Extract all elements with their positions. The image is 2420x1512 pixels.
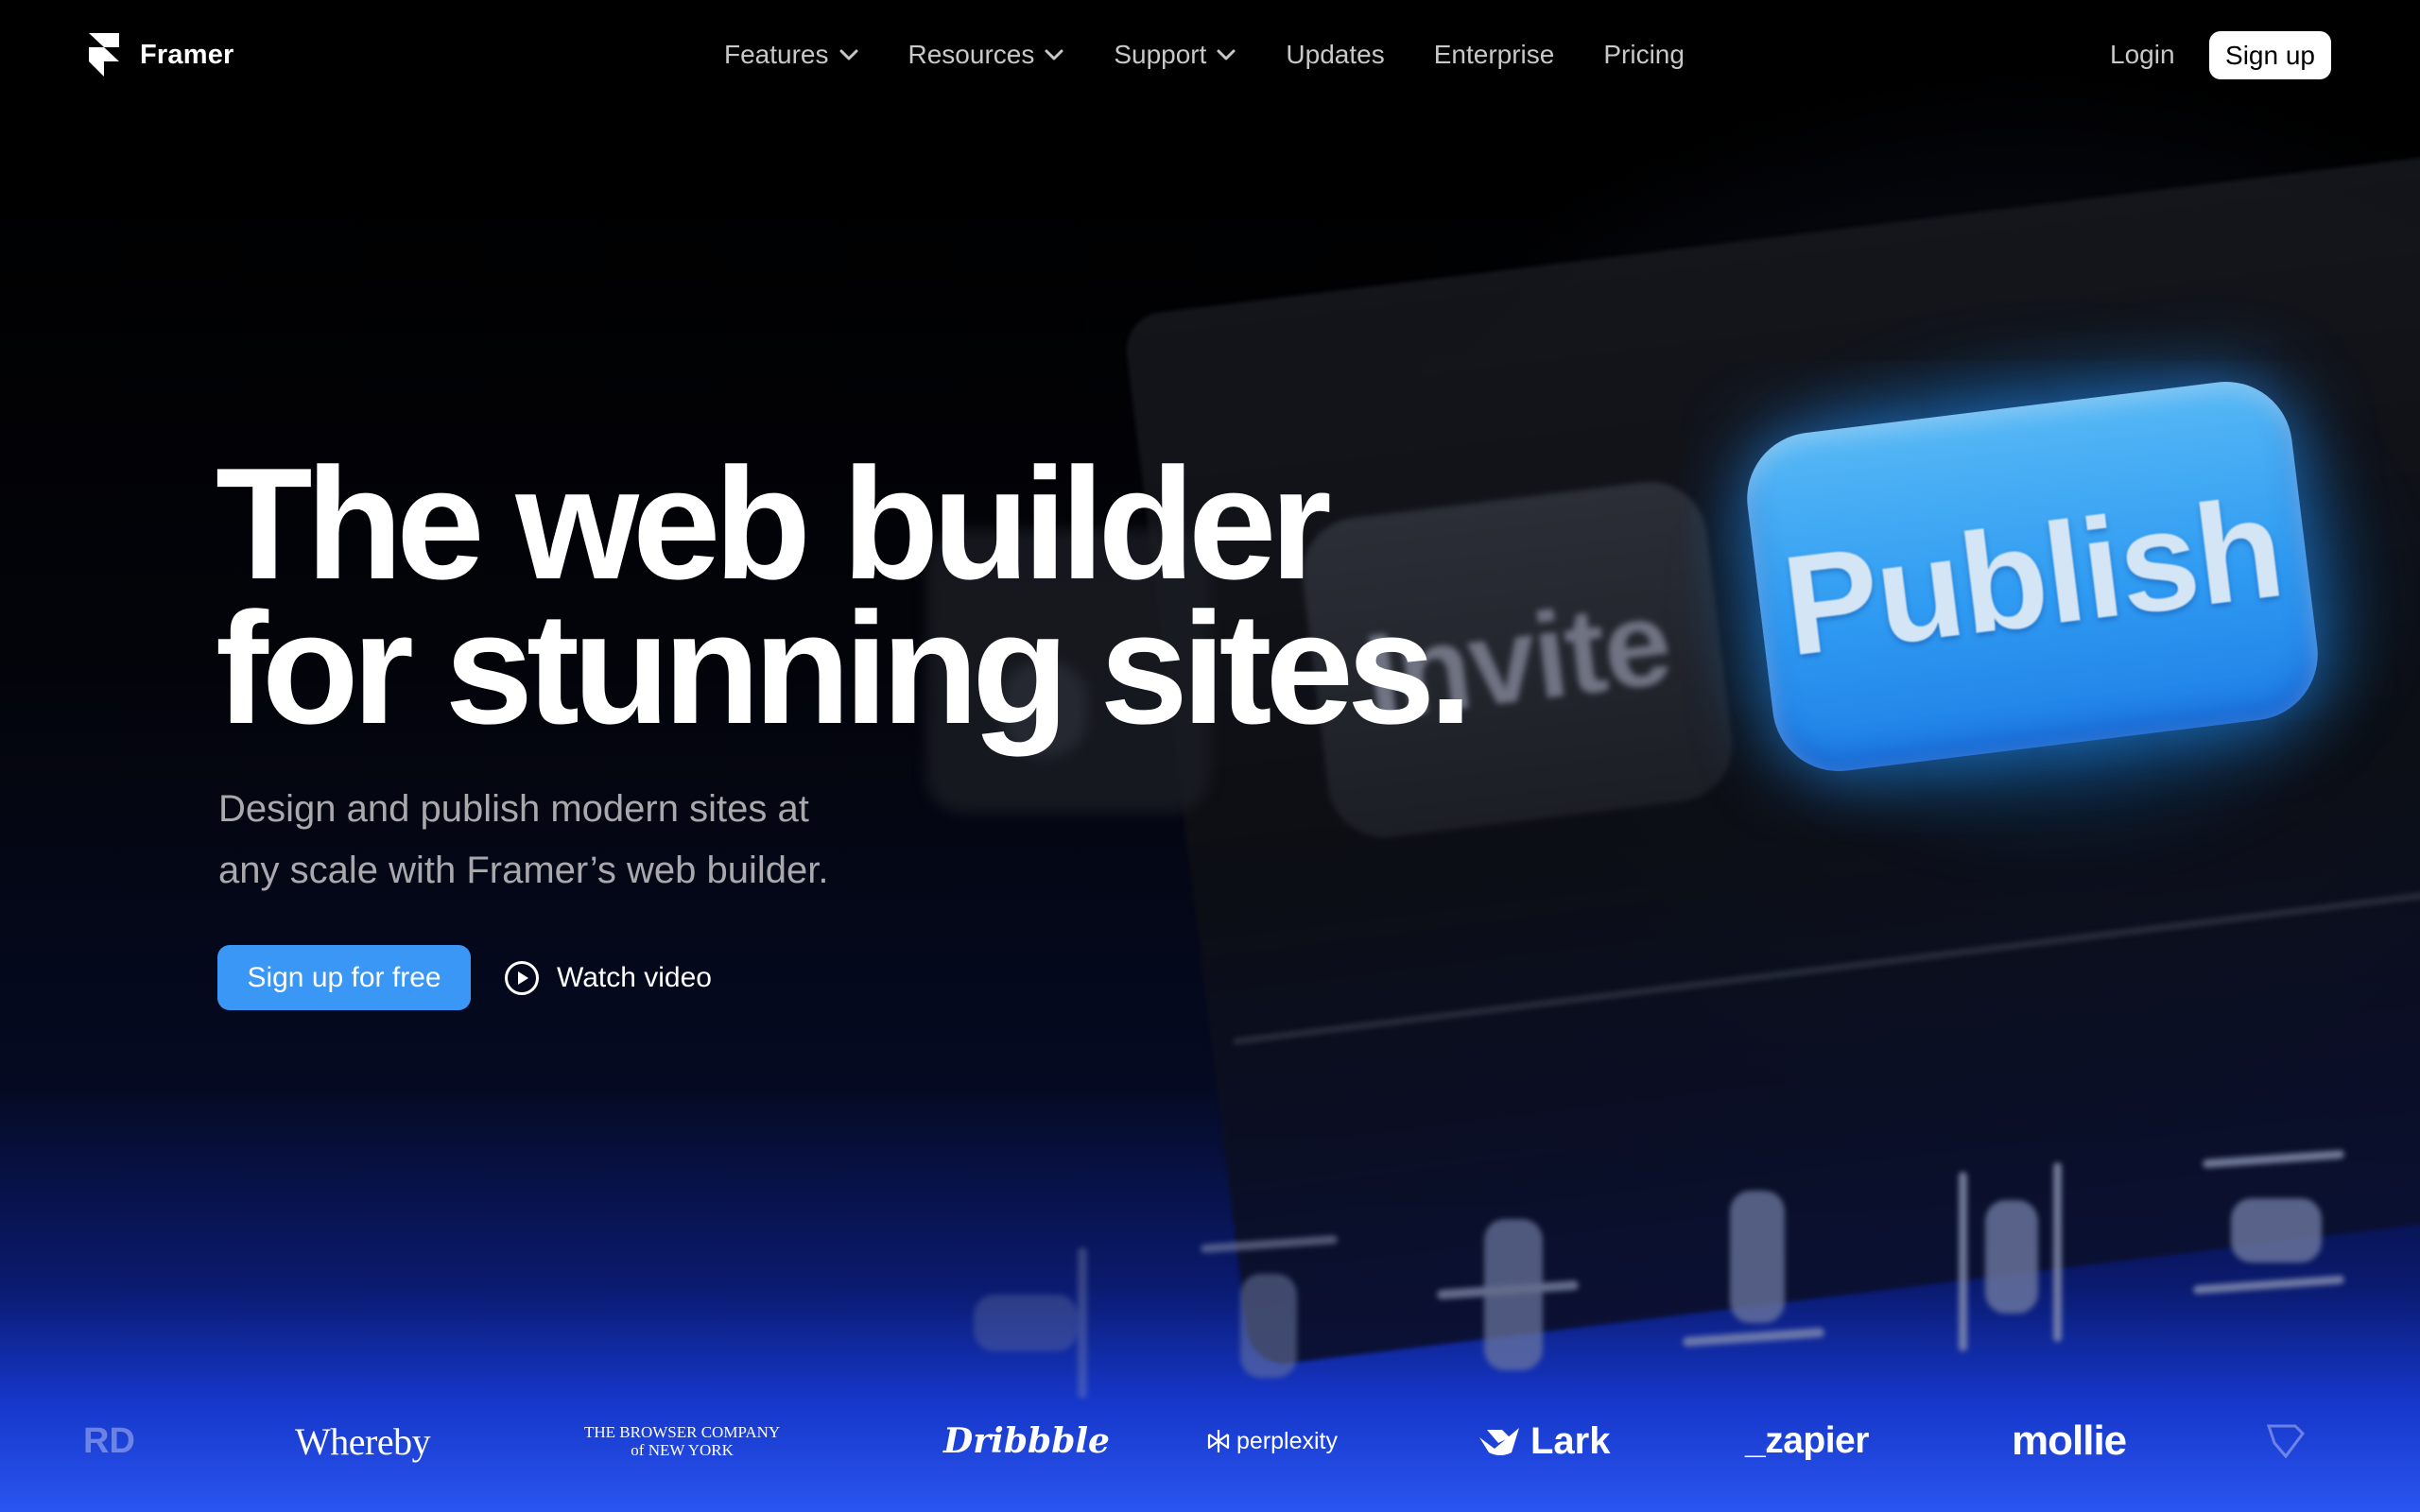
nav-item-label: Enterprise <box>1433 40 1555 69</box>
nav-item-updates[interactable]: Updates <box>1286 40 1384 70</box>
hero-subtitle-line: Design and publish modern sites at <box>218 788 809 830</box>
hero-title-line: for stunning sites. <box>216 579 1473 757</box>
logo-mollie: mollie <box>2012 1418 2127 1464</box>
chevron-down-icon <box>1217 49 1236 60</box>
nav-item-label: Resources <box>908 40 1035 69</box>
logo-lark-label: Lark <box>1530 1419 1611 1462</box>
logo-browser-line: THE BROWSER COMPANY <box>584 1423 781 1441</box>
brand-name: Framer <box>140 39 234 70</box>
top-navigation: Framer Features Resources Support Update… <box>0 0 2420 110</box>
chevron-down-icon <box>1045 49 1063 60</box>
signup-free-button[interactable]: Sign up for free <box>217 945 471 1010</box>
play-circle-icon <box>505 961 539 995</box>
logo-perplexity-label: perplexity <box>1236 1427 1338 1454</box>
publish-button-graphic: Publish <box>1739 373 2325 780</box>
watch-video-button[interactable]: Watch video <box>504 956 712 1000</box>
hero-title: The web builder for stunning sites. <box>216 435 1473 757</box>
logo-browser-line: of NEW YORK <box>631 1441 734 1459</box>
main-menu: Features Resources Support Updates Enter… <box>724 32 1685 77</box>
nav-item-features[interactable]: Features <box>724 40 859 70</box>
logo-whereby: Whereby <box>295 1419 431 1463</box>
logo-partial-left: RD <box>83 1420 135 1461</box>
align-stack-icon <box>2192 1143 2354 1304</box>
logo-zapier: _zapier <box>1745 1420 1869 1461</box>
brand-link[interactable]: Framer <box>89 32 234 77</box>
chevron-down-icon <box>839 49 857 60</box>
hero-title-line: The web builder <box>216 435 1332 612</box>
logo-lark: Lark <box>1478 1408 1611 1474</box>
logo-browser-company: THE BROWSER COMPANY of NEW YORK <box>584 1408 780 1474</box>
lark-icon <box>1479 1428 1519 1455</box>
divider-tool-icon <box>1078 1247 1097 1399</box>
framer-logo-icon <box>89 33 119 77</box>
align-bottom-icon <box>1682 1191 1834 1361</box>
nav-item-pricing[interactable]: Pricing <box>1603 40 1685 70</box>
watch-video-label: Watch video <box>557 962 712 993</box>
logo-dribbble: Dribbble <box>943 1421 1110 1461</box>
customer-logo-strip: RD Whereby THE BROWSER COMPANY of NEW YO… <box>0 1408 2420 1474</box>
nav-item-support[interactable]: Support <box>1114 40 1236 70</box>
nav-item-enterprise[interactable]: Enterprise <box>1434 40 1555 70</box>
perplexity-icon <box>1207 1430 1230 1452</box>
logo-partial-right <box>2267 1408 2305 1474</box>
nav-item-label: Support <box>1114 40 1207 69</box>
login-link[interactable]: Login <box>2110 32 2175 77</box>
logo-perplexity: perplexity <box>1206 1408 1338 1474</box>
nav-item-label: Updates <box>1286 40 1385 69</box>
partial-logo-icon <box>2267 1424 2305 1458</box>
signup-button[interactable]: Sign up <box>2209 31 2331 79</box>
distribute-icon <box>1947 1162 2070 1351</box>
hero-subtitle: Design and publish modern sites at any s… <box>218 779 975 902</box>
hero-subtitle-line: any scale with Framer’s web builder. <box>218 850 829 891</box>
align-center-icon <box>1436 1219 1588 1380</box>
align-top-icon <box>1200 1228 1342 1389</box>
nav-item-resources[interactable]: Resources <box>908 40 1065 70</box>
nav-item-label: Features <box>724 40 829 69</box>
publish-label: Publish <box>1774 466 2290 686</box>
nav-item-label: Pricing <box>1603 40 1685 69</box>
